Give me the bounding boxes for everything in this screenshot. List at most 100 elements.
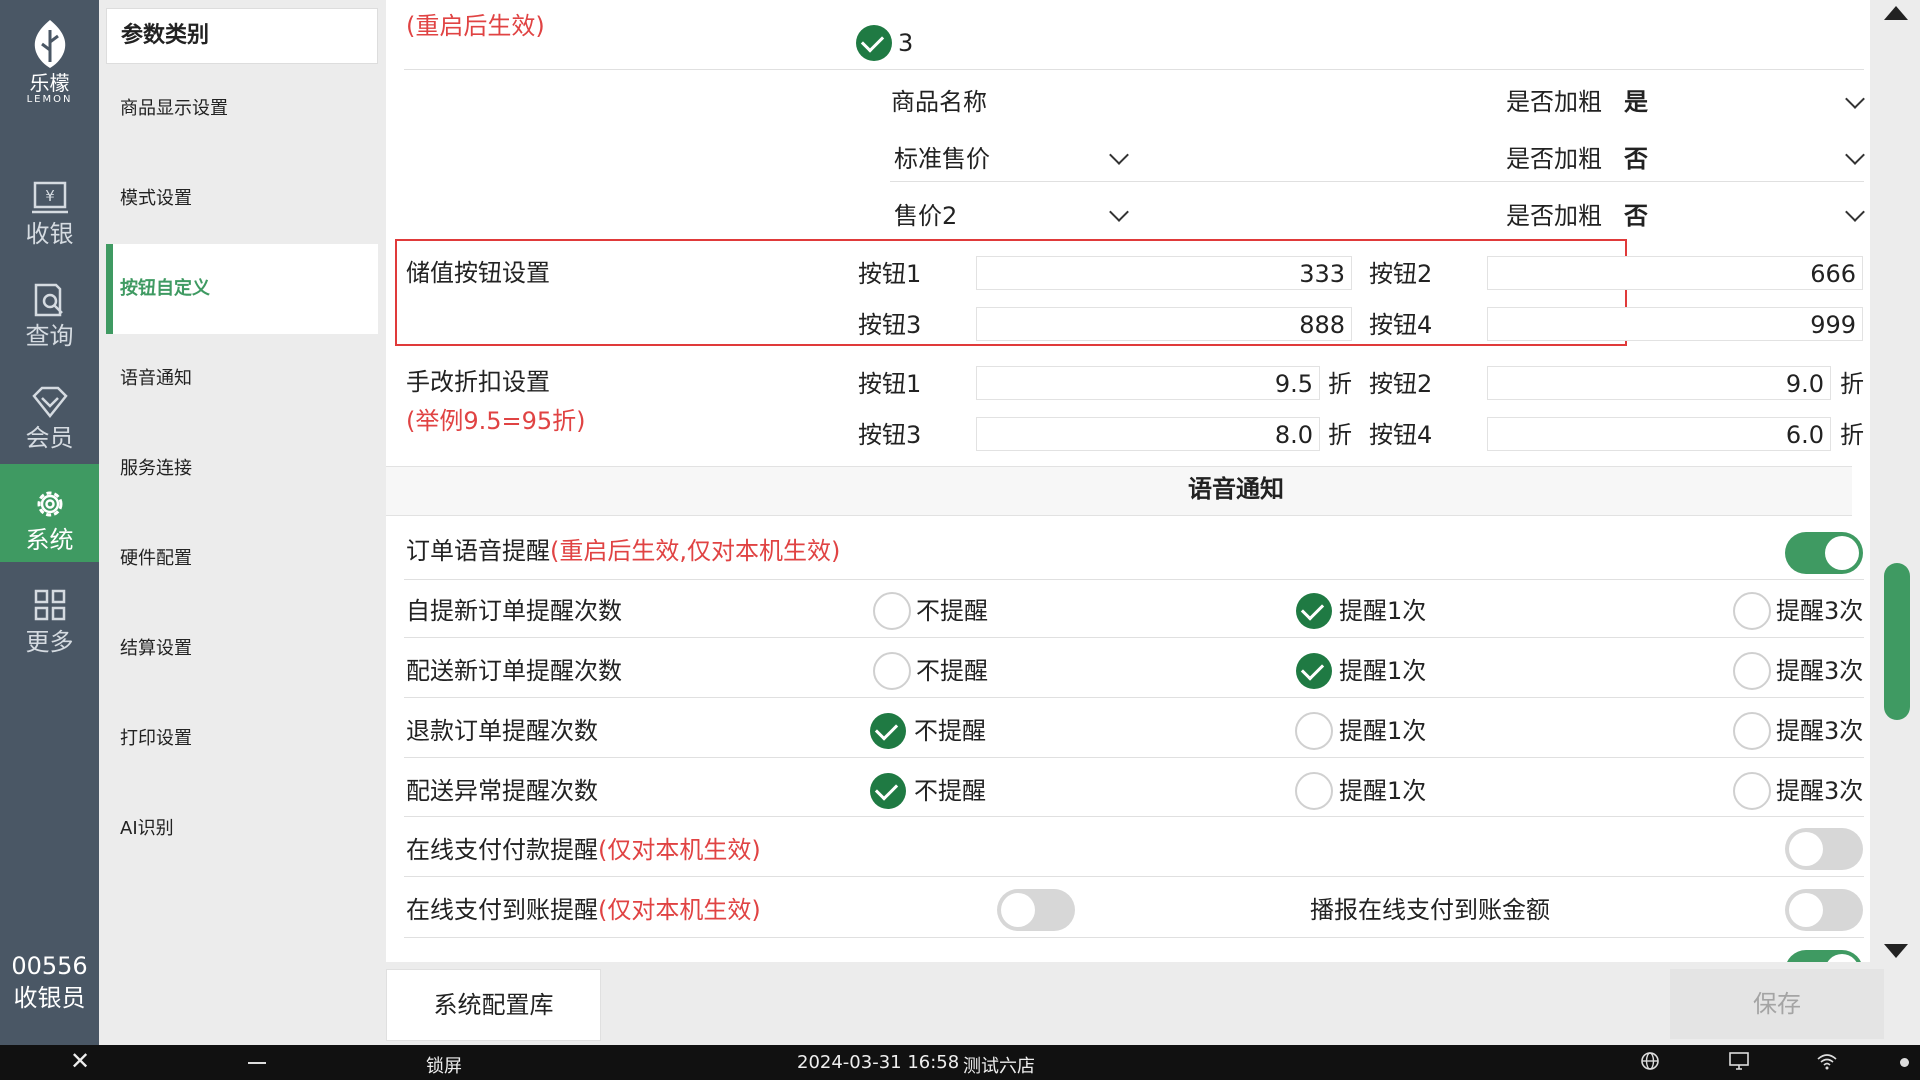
radio-option-checked[interactable] — [1296, 653, 1332, 689]
nav-label-cashier: 收银 — [25, 220, 74, 248]
wifi-icon[interactable] — [1816, 1051, 1838, 1076]
bold-select[interactable]: 是 — [1624, 87, 1648, 117]
radio-label: 不提醒 — [914, 777, 986, 805]
logo-sub: LEMON — [26, 94, 73, 105]
scroll-up-arrow-icon[interactable] — [1884, 6, 1908, 20]
count-row-label: 退款订单提醒次数 — [406, 717, 598, 745]
category-item[interactable]: 服务连接 — [106, 424, 378, 514]
scroll-down-arrow-icon[interactable] — [1884, 944, 1908, 958]
chevron-down-icon[interactable] — [1109, 202, 1129, 222]
nav-item-system[interactable]: 系统 — [0, 464, 99, 562]
broadcast-amount-label: 播报在线支付到账金额 — [1310, 896, 1550, 924]
online-pay-remind-toggle[interactable] — [1785, 828, 1863, 870]
partial-toggle[interactable] — [1785, 950, 1863, 962]
category-item[interactable]: 结算设置 — [106, 604, 378, 694]
button-label: 按钮4 — [1369, 311, 1433, 339]
radio-label: 提醒3次 — [1776, 777, 1864, 805]
stored-value-input[interactable]: 333 — [976, 256, 1352, 290]
discount-unit: 折 — [1328, 421, 1352, 449]
order-voice-toggle[interactable] — [1785, 532, 1863, 574]
field-select[interactable]: 标准售价 — [894, 144, 990, 174]
radio-option-checked[interactable] — [1296, 593, 1332, 629]
taskbar-store: 测试六店 — [963, 1056, 1035, 1077]
scrollbar-track[interactable] — [1870, 0, 1920, 962]
user-id: 00556 — [11, 952, 88, 980]
bold-select[interactable]: 否 — [1624, 144, 1648, 174]
lock-screen-button[interactable]: 锁屏 — [426, 1052, 462, 1078]
radio-option[interactable] — [1295, 772, 1333, 810]
online-arrive-remind-text: 在线支付到账提醒 — [406, 896, 598, 924]
radio-option-checked[interactable] — [870, 713, 906, 749]
category-item[interactable]: 商品显示设置 — [106, 64, 378, 154]
category-list: 参数类别 商品显示设置 模式设置 按钮自定义 语音通知 服务连接 硬件配置 结算… — [106, 8, 378, 874]
scrollbar-thumb[interactable] — [1884, 563, 1910, 720]
online-pay-remind-label: 在线支付付款提醒(仅对本机生效) — [406, 835, 761, 865]
nav-item-cashier[interactable]: ¥ 收银 — [0, 158, 99, 256]
discount-unit: 折 — [1840, 370, 1864, 398]
stored-value-input[interactable]: 999 — [1487, 307, 1863, 341]
radio-option[interactable] — [1733, 712, 1771, 750]
gear-icon — [37, 491, 62, 517]
minimize-icon[interactable] — [248, 1062, 266, 1064]
order-voice-text: 订单语音提醒 — [406, 537, 550, 565]
category-item[interactable]: 硬件配置 — [106, 514, 378, 604]
radio-label: 不提醒 — [914, 717, 986, 745]
radio-label: 提醒3次 — [1776, 597, 1864, 625]
chevron-down-icon[interactable] — [1845, 89, 1865, 109]
lemon-leaf-icon — [34, 20, 65, 68]
category-item[interactable]: 模式设置 — [106, 154, 378, 244]
category-item[interactable]: 打印设置 — [106, 694, 378, 784]
broadcast-amount-toggle[interactable] — [1785, 889, 1863, 931]
radio-option-checked[interactable] — [870, 773, 906, 809]
radio-label: 提醒3次 — [1776, 657, 1864, 685]
online-arrive-remind-note: (仅对本机生效) — [598, 896, 761, 924]
discount-input[interactable]: 6.0 — [1487, 417, 1831, 451]
grid-icon — [34, 589, 65, 621]
discount-unit: 折 — [1328, 370, 1352, 398]
option-label: 3 — [898, 29, 914, 57]
radio-option[interactable] — [1733, 592, 1771, 630]
button-label: 按钮1 — [858, 370, 922, 398]
option-checked-radio[interactable] — [856, 25, 892, 61]
config-library-button[interactable]: 系统配置库 — [386, 969, 601, 1041]
radio-option[interactable] — [873, 652, 911, 690]
online-arrive-remind-toggle[interactable] — [997, 889, 1075, 931]
radio-option[interactable] — [1733, 652, 1771, 690]
radio-option[interactable] — [1733, 772, 1771, 810]
close-icon[interactable]: ✕ — [70, 1049, 90, 1073]
field-select[interactable]: 售价2 — [894, 201, 957, 231]
category-item[interactable]: AI识别 — [106, 784, 378, 874]
chevron-down-icon[interactable] — [1845, 202, 1865, 222]
discount-input[interactable]: 8.0 — [976, 417, 1320, 451]
svg-text:¥: ¥ — [45, 187, 55, 205]
radio-label: 提醒1次 — [1339, 777, 1427, 805]
category-item[interactable]: 语音通知 — [106, 334, 378, 424]
taskbar: ✕ 锁屏 2024-03-31 16:58 测试六店 — [0, 1045, 1920, 1080]
discount-input[interactable]: 9.0 — [1487, 366, 1831, 400]
stored-value-input[interactable]: 666 — [1487, 256, 1863, 290]
monitor-icon[interactable] — [1728, 1051, 1750, 1076]
count-row-label: 配送异常提醒次数 — [406, 777, 598, 805]
stored-value-input[interactable]: 888 — [976, 307, 1352, 341]
category-item-active[interactable]: 按钮自定义 — [106, 244, 378, 334]
logo-name: 乐檬 — [29, 71, 70, 95]
nav-item-member[interactable]: 会员 — [0, 362, 99, 460]
chevron-down-icon[interactable] — [1109, 145, 1129, 165]
radio-option[interactable] — [873, 592, 911, 630]
nav-label-system: 系统 — [25, 526, 74, 554]
online-arrive-remind-label: 在线支付到账提醒(仅对本机生效) — [406, 895, 761, 925]
discount-input[interactable]: 9.5 — [976, 366, 1320, 400]
radio-label: 提醒1次 — [1339, 717, 1427, 745]
status-dot-icon — [1900, 1058, 1909, 1067]
button-label: 按钮4 — [1369, 421, 1433, 449]
chevron-down-icon[interactable] — [1845, 145, 1865, 165]
query-icon — [34, 283, 63, 317]
radio-option[interactable] — [1295, 712, 1333, 750]
stored-value-title: 储值按钮设置 — [406, 259, 550, 287]
globe-icon[interactable] — [1640, 1051, 1660, 1076]
save-button[interactable]: 保存 — [1670, 969, 1884, 1039]
nav-item-more[interactable]: 更多 — [0, 566, 99, 664]
nav-item-query[interactable]: 查询 — [0, 260, 99, 358]
radio-label: 不提醒 — [916, 597, 988, 625]
bold-select[interactable]: 否 — [1624, 201, 1648, 231]
